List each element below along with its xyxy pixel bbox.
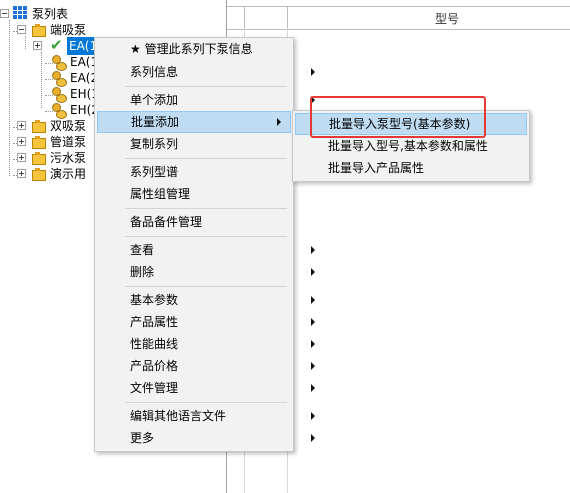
check-icon: ✔ xyxy=(50,36,63,54)
menu-separator xyxy=(125,208,287,209)
annotation-highlight-box xyxy=(310,96,486,138)
menu-item-basic-params[interactable]: 基本参数 xyxy=(97,289,324,311)
submenu-arrow-icon xyxy=(311,296,315,304)
expand-toggle[interactable] xyxy=(33,41,42,50)
menu-item-label: 查看 xyxy=(130,243,155,257)
menu-item-add-single[interactable]: 单个添加 xyxy=(97,89,324,111)
menu-item-label: 删除 xyxy=(130,265,155,279)
expand-toggle[interactable] xyxy=(17,137,26,146)
menu-item-label: 产品属性 xyxy=(130,315,179,329)
submenu-arrow-icon xyxy=(311,246,315,254)
menu-separator xyxy=(125,402,287,403)
menu-item-copy-series[interactable]: 复制系列 xyxy=(97,133,324,155)
menu-item-label: 编辑其他语言文件 xyxy=(130,409,227,423)
menu-item-spare-parts[interactable]: 备品备件管理 xyxy=(97,211,324,233)
grid-header-divider xyxy=(287,6,288,28)
menu-item-label: 批量添加 xyxy=(131,115,180,129)
keys-icon xyxy=(51,87,67,103)
menu-item-label: 更多 xyxy=(130,431,155,445)
tree-item-label[interactable]: 演示用 xyxy=(50,165,86,183)
submenu-arrow-icon xyxy=(277,118,281,126)
menu-item-label: 系列信息 xyxy=(130,65,179,79)
menu-item-add-batch[interactable]: 批量添加 xyxy=(97,111,291,133)
submenu-item-import-product-attrs[interactable]: 批量导入产品属性 xyxy=(295,157,560,179)
collapse-toggle[interactable] xyxy=(0,9,9,18)
menu-item-series-info[interactable]: 系列信息 xyxy=(97,61,324,83)
menu-separator xyxy=(125,158,287,159)
menu-item-view[interactable]: 查看 xyxy=(97,239,324,261)
menu-item-label: 属性组管理 xyxy=(130,187,191,201)
menu-item-product-price[interactable]: 产品价格 xyxy=(97,355,324,377)
menu-item-file-management[interactable]: 文件管理 xyxy=(97,377,324,399)
collapse-toggle[interactable] xyxy=(17,25,26,34)
grid-header xyxy=(227,6,570,30)
menu-item-label: 基本参数 xyxy=(130,293,179,307)
submenu-arrow-icon xyxy=(311,412,315,420)
folder-icon xyxy=(32,24,46,37)
column-header-model[interactable]: 型号 xyxy=(435,10,459,27)
context-menu: ★ 管理此系列下泵信息 系列信息 单个添加 批量添加 复制系列 系列型谱 属性组… xyxy=(94,37,315,452)
folder-icon xyxy=(32,120,46,133)
menu-item-label: 批量导入型号,基本参数和属性 xyxy=(328,139,488,153)
grid-icon xyxy=(13,6,27,19)
folder-icon xyxy=(32,168,46,181)
menu-item-attr-group[interactable]: 属性组管理 xyxy=(97,183,324,205)
submenu-arrow-icon xyxy=(311,268,315,276)
menu-item-product-attrs[interactable]: 产品属性 xyxy=(97,311,324,333)
expand-toggle[interactable] xyxy=(17,153,26,162)
menu-item-label: 复制系列 xyxy=(130,137,179,151)
menu-separator xyxy=(125,236,287,237)
submenu-arrow-icon xyxy=(311,362,315,370)
menu-separator xyxy=(125,86,287,87)
menu-item-label: 系列型谱 xyxy=(130,165,179,179)
submenu-arrow-icon xyxy=(311,68,315,76)
folder-icon xyxy=(32,152,46,165)
expand-toggle[interactable] xyxy=(17,169,26,178)
submenu-arrow-icon xyxy=(311,384,315,392)
menu-item-label: 产品价格 xyxy=(130,359,179,373)
submenu-arrow-icon xyxy=(311,318,315,326)
submenu-item-import-models-params-attrs[interactable]: 批量导入型号,基本参数和属性 xyxy=(295,135,560,157)
menu-item-label: 批量导入产品属性 xyxy=(328,161,425,175)
menu-item-label: 备品备件管理 xyxy=(130,215,203,229)
menu-item-series-spectrum[interactable]: 系列型谱 xyxy=(97,161,324,183)
menu-item-label: ★ 管理此系列下泵信息 xyxy=(130,42,253,56)
menu-item-delete[interactable]: 删除 xyxy=(97,261,324,283)
menu-item-label: 单个添加 xyxy=(130,93,179,107)
menu-item-performance-curve[interactable]: 性能曲线 xyxy=(97,333,324,355)
menu-item-more[interactable]: 更多 xyxy=(97,427,324,449)
grid-header-divider xyxy=(244,6,245,28)
menu-item-manage-series[interactable]: ★ 管理此系列下泵信息 xyxy=(97,38,324,60)
folder-icon xyxy=(32,136,46,149)
keys-icon xyxy=(51,71,67,87)
keys-icon xyxy=(51,55,67,71)
expand-toggle[interactable] xyxy=(17,121,26,130)
menu-separator xyxy=(125,286,287,287)
submenu-arrow-icon xyxy=(311,434,315,442)
menu-item-edit-language[interactable]: 编辑其他语言文件 xyxy=(97,405,324,427)
menu-item-label: 性能曲线 xyxy=(130,337,179,351)
submenu-arrow-icon xyxy=(311,340,315,348)
menu-item-label: 文件管理 xyxy=(130,381,179,395)
